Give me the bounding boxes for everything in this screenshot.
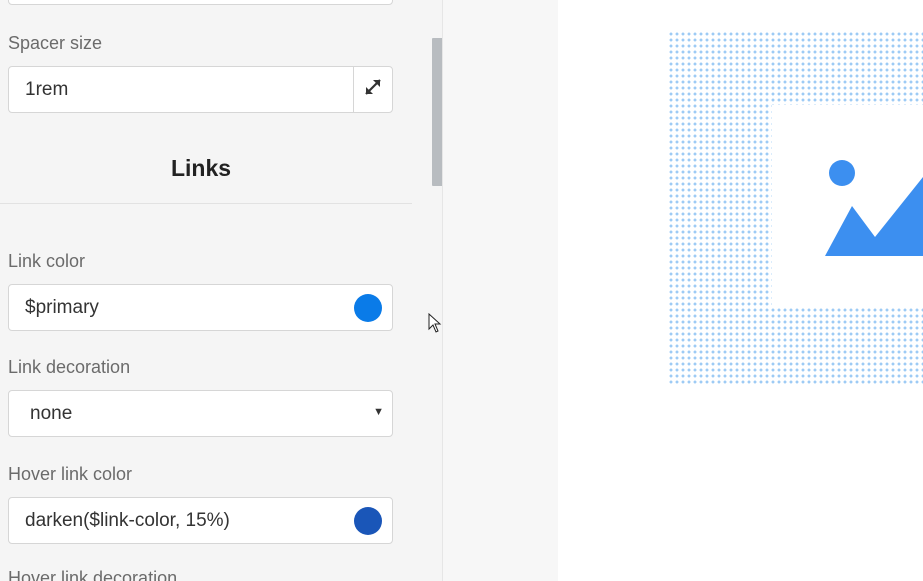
link-color-swatch[interactable] (354, 294, 382, 322)
hover-link-color-value: darken($link-color, 15%) (25, 510, 230, 531)
image-placeholder (772, 105, 923, 306)
hover-link-decoration-label: Hover link decoration (8, 568, 178, 581)
link-decoration-select[interactable]: none ▼ (8, 390, 393, 437)
spacer-size-label: Spacer size (8, 33, 103, 53)
previous-field[interactable] (8, 0, 393, 5)
scrollbar-thumb[interactable] (432, 38, 442, 186)
hover-link-color-swatch[interactable] (354, 507, 382, 535)
hover-link-color-input[interactable]: darken($link-color, 15%) (8, 497, 393, 544)
mouse-cursor-icon (428, 312, 442, 338)
spacer-size-value: 1rem (25, 79, 69, 100)
dropdown-arrow-icon: ▼ (373, 406, 384, 418)
expand-icon (364, 78, 382, 101)
link-color-value: $primary (25, 297, 99, 318)
image-placeholder-icon (825, 160, 923, 256)
section-divider (0, 203, 412, 204)
panel-gutter (443, 0, 558, 581)
settings-panel: Spacer size 1rem Links Link color $prima… (0, 0, 443, 581)
spacer-size-input[interactable]: 1rem (8, 66, 393, 113)
link-decoration-value: none (30, 403, 73, 424)
link-decoration-label: Link decoration (8, 357, 131, 377)
link-color-label: Link color (8, 251, 86, 271)
expand-button[interactable] (353, 67, 392, 112)
links-section-title: Links (170, 155, 232, 181)
hover-link-color-label: Hover link color (8, 464, 133, 484)
link-color-input[interactable]: $primary (8, 284, 393, 331)
